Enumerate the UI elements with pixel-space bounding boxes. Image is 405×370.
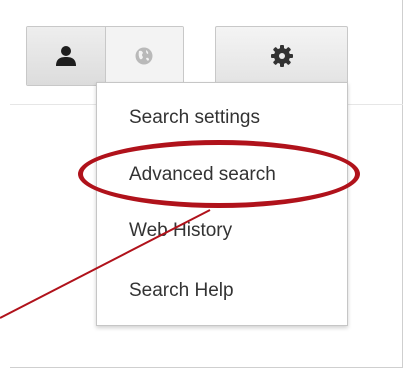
menu-item-search-settings[interactable]: Search settings <box>129 107 260 129</box>
globe-icon <box>135 47 153 65</box>
person-icon <box>55 46 76 66</box>
gear-icon <box>270 45 293 67</box>
settings-button[interactable] <box>215 26 348 86</box>
global-results-button[interactable] <box>105 27 183 85</box>
account-toggle-group <box>26 26 184 86</box>
personal-results-button[interactable] <box>27 27 106 85</box>
settings-dropdown-menu: Search settings Advanced search Web Hist… <box>96 82 348 326</box>
menu-item-web-history[interactable]: Web History <box>129 220 232 242</box>
menu-item-advanced-search[interactable]: Advanced search <box>129 164 276 186</box>
menu-item-search-help[interactable]: Search Help <box>129 280 234 302</box>
